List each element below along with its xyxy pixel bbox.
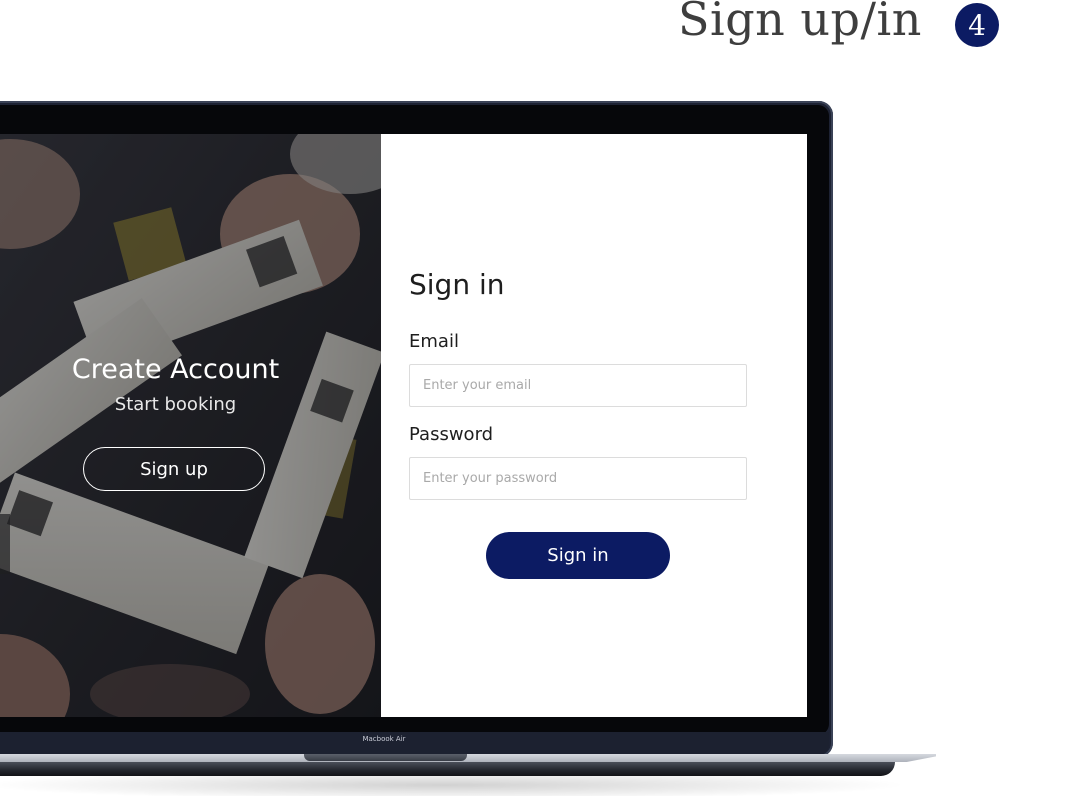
hero-panel: Create Account Start booking Sign up	[0, 134, 381, 717]
laptop-screen: Create Account Start booking Sign up Sig…	[0, 134, 807, 717]
sign-in-button[interactable]: Sign in	[486, 532, 670, 579]
laptop-notch	[304, 754, 467, 761]
password-input[interactable]	[409, 457, 747, 500]
laptop-base	[0, 754, 936, 762]
step-number-badge: 4	[955, 3, 999, 47]
laptop-model-label: Macbook Air	[362, 735, 406, 743]
laptop-base-lower	[0, 762, 895, 776]
form-heading: Sign in	[409, 268, 505, 301]
hero-subtitle: Start booking	[114, 394, 237, 415]
password-label: Password	[409, 424, 494, 445]
slide-title: Sign up/in	[678, 0, 922, 46]
sign-up-button[interactable]: Sign up	[83, 447, 265, 491]
email-input[interactable]	[409, 364, 747, 407]
email-label: Email	[409, 331, 459, 352]
hero-title: Create Account	[71, 354, 280, 385]
hero-dark-overlay	[0, 134, 381, 717]
sign-in-form: Sign in Email Password Sign in	[381, 134, 807, 717]
slide: Sign up/in 4 Macbook Air Create Account …	[0, 0, 1071, 796]
